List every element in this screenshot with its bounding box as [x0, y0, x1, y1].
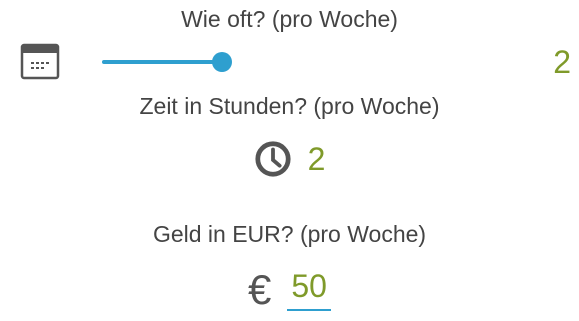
slider-track: [102, 60, 222, 64]
money-input[interactable]: 50: [287, 268, 331, 311]
time-label: Zeit in Stunden? (pro Woche): [139, 93, 440, 119]
euro-icon: €: [248, 265, 272, 313]
money-label: Geld in EUR? (pro Woche): [152, 221, 427, 247]
frequency-label: Wie oft? (pro Woche): [181, 6, 398, 32]
frequency-slider[interactable]: [102, 52, 252, 74]
money-row: € 50: [0, 268, 579, 311]
clock-icon: [255, 141, 291, 177]
slider-thumb[interactable]: [212, 52, 232, 72]
time-row: 2: [0, 140, 579, 183]
time-value[interactable]: 2: [308, 141, 326, 178]
frequency-value: 2: [553, 44, 571, 80]
calendar-icon: [20, 43, 60, 80]
